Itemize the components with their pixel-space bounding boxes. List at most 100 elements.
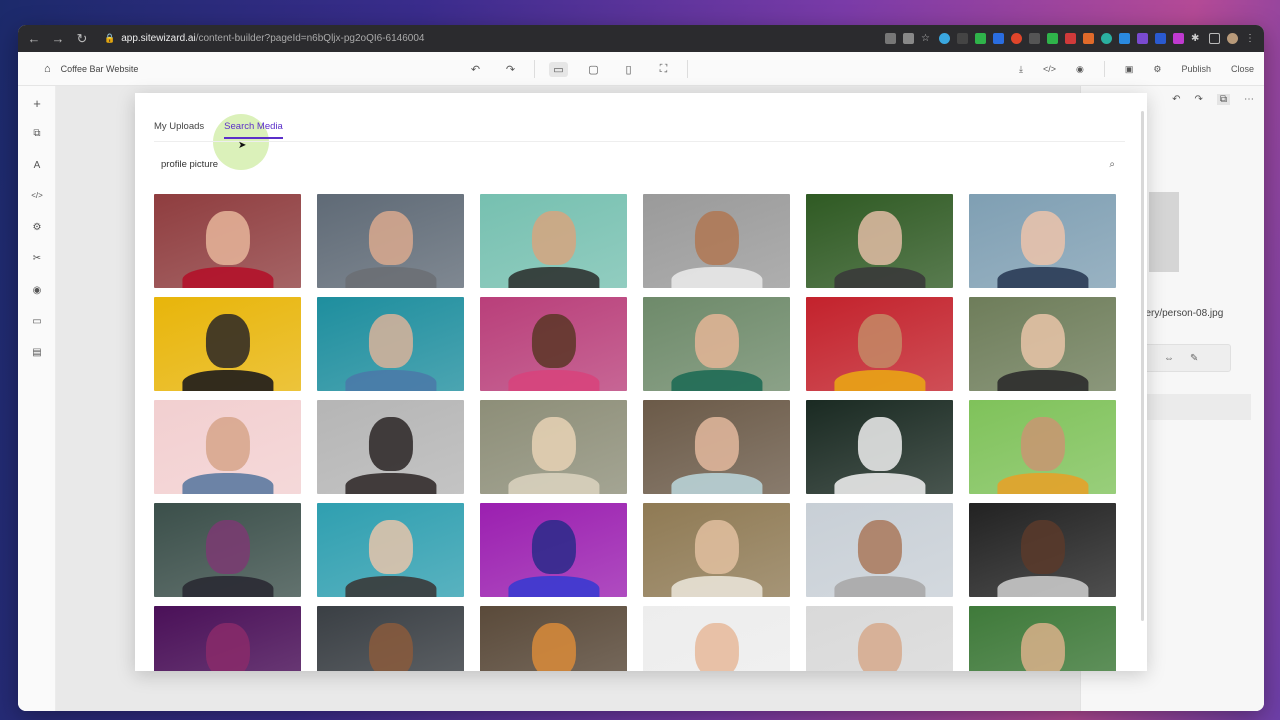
home-icon[interactable]: ⌂	[44, 63, 51, 75]
bookmark-star-icon[interactable]: ☆	[921, 33, 932, 44]
media-result-image[interactable]	[480, 297, 627, 391]
menu-dots-icon[interactable]: ⋮	[1245, 33, 1256, 44]
extension-icon[interactable]	[975, 33, 986, 44]
media-result-image[interactable]	[480, 503, 627, 597]
extension-icon[interactable]	[903, 33, 914, 44]
media-search: ⌕	[161, 159, 1125, 175]
media-result-image[interactable]	[643, 503, 790, 597]
code-icon[interactable]: </>	[18, 191, 56, 200]
puzzle-icon[interactable]: ✱	[1191, 33, 1202, 44]
extension-icon[interactable]	[1173, 33, 1184, 44]
more-dots-icon[interactable]: ⋯	[1244, 94, 1254, 105]
media-result-image[interactable]	[806, 400, 953, 494]
extension-icon[interactable]	[1119, 33, 1130, 44]
tools-icon[interactable]: ✂	[18, 253, 56, 264]
media-result-image[interactable]	[643, 400, 790, 494]
media-result-image[interactable]	[643, 297, 790, 391]
media-result-image[interactable]	[317, 503, 464, 597]
media-result-image[interactable]	[317, 194, 464, 288]
extension-icon[interactable]	[957, 33, 968, 44]
media-result-image[interactable]	[643, 194, 790, 288]
redo-icon[interactable]: ↷	[493, 52, 528, 86]
media-result-image[interactable]	[480, 606, 627, 671]
toolbar-divider	[534, 60, 535, 78]
settings-gear-icon[interactable]: ⚙	[18, 222, 56, 233]
download-icon[interactable]: ⤓	[1019, 64, 1023, 75]
media-result-image[interactable]	[154, 194, 301, 288]
extension-icon[interactable]	[1101, 33, 1112, 44]
media-result-image[interactable]	[317, 297, 464, 391]
pages-icon[interactable]: ⧉	[18, 128, 56, 139]
publish-button[interactable]: Publish	[1181, 64, 1211, 74]
extension-icon[interactable]	[939, 33, 950, 44]
media-result-image[interactable]	[480, 194, 627, 288]
extension-icon[interactable]	[993, 33, 1004, 44]
undo-icon[interactable]: ↶	[1172, 94, 1180, 105]
copy-icon[interactable]: ⧉	[1216, 94, 1230, 105]
media-result-image[interactable]	[806, 194, 953, 288]
media-result-image[interactable]	[969, 606, 1116, 671]
photo-subject-face	[531, 416, 576, 472]
search-icon[interactable]: ⌕	[1109, 159, 1115, 170]
media-result-image[interactable]	[806, 606, 953, 671]
extension-icon[interactable]	[1011, 33, 1022, 44]
search-input[interactable]	[161, 159, 561, 170]
edit-pencil-icon[interactable]: ✎	[1190, 353, 1198, 364]
tabs-divider	[154, 141, 1125, 142]
settings-gear-icon[interactable]: ⚙	[1153, 64, 1161, 75]
undo-icon[interactable]: ↶	[458, 52, 493, 86]
extension-icon[interactable]	[1029, 33, 1040, 44]
media-result-image[interactable]	[969, 503, 1116, 597]
media-result-image[interactable]	[643, 606, 790, 671]
photo-subject-face	[205, 519, 250, 575]
media-result-image[interactable]	[969, 194, 1116, 288]
panel-field[interactable]	[1147, 394, 1251, 420]
media-result-image[interactable]	[480, 400, 627, 494]
image-thumbnail[interactable]	[1149, 192, 1179, 272]
mobile-view-icon[interactable]: ▯	[611, 52, 646, 86]
media-result-image[interactable]	[969, 297, 1116, 391]
save-icon[interactable]: ▣	[1125, 64, 1134, 75]
media-result-image[interactable]	[806, 297, 953, 391]
back-arrow-icon[interactable]: ←	[26, 31, 42, 47]
extension-icon[interactable]	[1047, 33, 1058, 44]
media-result-image[interactable]	[154, 400, 301, 494]
close-button[interactable]: Close	[1231, 64, 1254, 74]
media-picker-modal: My Uploads Search Media ➤ ⌕	[135, 93, 1147, 671]
avatar[interactable]	[1227, 33, 1238, 44]
document-icon[interactable]: ▤	[18, 347, 56, 358]
tablet-view-icon[interactable]: ▢	[576, 52, 611, 86]
extension-icon[interactable]	[1137, 33, 1148, 44]
media-result-image[interactable]	[317, 606, 464, 671]
extension-icon[interactable]	[1083, 33, 1094, 44]
typography-icon[interactable]: A	[18, 160, 56, 171]
tab-my-uploads[interactable]: My Uploads	[154, 121, 204, 138]
reload-icon[interactable]: ↻	[74, 31, 90, 47]
extension-icon[interactable]	[1065, 33, 1076, 44]
media-result-image[interactable]	[154, 606, 301, 671]
desktop-view-icon[interactable]: ▭	[541, 52, 576, 86]
redo-icon[interactable]: ↷	[1194, 94, 1202, 105]
address-bar[interactable]: 🔒 app.sitewizard.ai /content-builder?pag…	[104, 33, 864, 44]
link-icon[interactable]: ⇔	[1164, 353, 1174, 364]
modal-scrollbar[interactable]	[1141, 111, 1144, 621]
code-icon[interactable]: </>	[1043, 64, 1056, 74]
sidebar-toggle-icon[interactable]	[1209, 33, 1220, 44]
media-result-image[interactable]	[969, 400, 1116, 494]
extensions-row: ☆ ✱ ⋮	[885, 33, 1256, 44]
media-result-image[interactable]	[154, 297, 301, 391]
media-result-image[interactable]	[317, 400, 464, 494]
preview-eye-icon[interactable]: ◉	[1076, 64, 1084, 75]
add-icon[interactable]: +	[18, 96, 56, 111]
extension-icon[interactable]	[1155, 33, 1166, 44]
forward-arrow-icon[interactable]: →	[50, 31, 66, 47]
site-info-icon[interactable]: 🔒	[104, 33, 115, 44]
media-result-image[interactable]	[154, 503, 301, 597]
media-result-image[interactable]	[806, 503, 953, 597]
fullscreen-icon[interactable]: ⛶	[646, 52, 681, 86]
tab-search-media[interactable]: Search Media	[224, 121, 283, 139]
comment-icon[interactable]: ▭	[18, 316, 56, 327]
extension-icon[interactable]	[885, 33, 896, 44]
photo-subject-body	[344, 370, 437, 391]
eye-icon[interactable]: ◉	[18, 285, 56, 296]
